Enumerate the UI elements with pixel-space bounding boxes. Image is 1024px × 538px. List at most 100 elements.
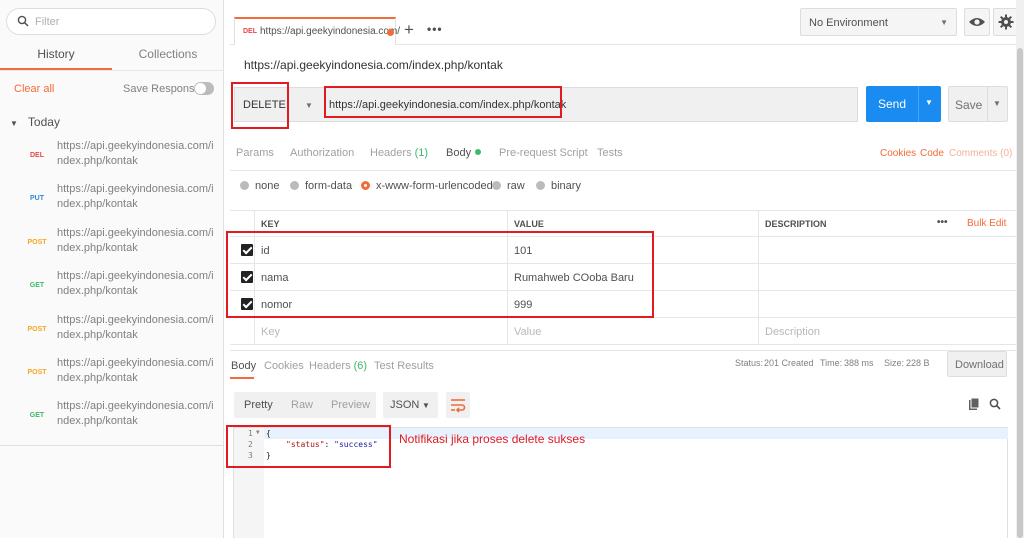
method-badge: POST <box>27 239 47 246</box>
eye-button[interactable] <box>964 8 990 36</box>
chevron-down-icon: ▼ <box>940 18 948 27</box>
value-input[interactable]: Value <box>507 318 758 345</box>
sidebar: Filter History Collections Clear all Sav… <box>0 0 224 538</box>
tab-headers[interactable]: Headers (1) <box>370 147 428 159</box>
time-value: 388 ms <box>844 358 874 368</box>
radio-icon <box>290 181 299 190</box>
history-url: https://api.geekyindonesia.com/index.php… <box>57 183 214 210</box>
response-tab-headers[interactable]: Headers (6) <box>309 360 367 372</box>
tab-prerequest-script[interactable]: Pre-request Script <box>499 147 588 159</box>
radio-label: none <box>255 180 280 192</box>
save-button[interactable]: Save ▼ <box>948 86 1008 122</box>
tab-collections[interactable]: Collections <box>112 47 224 61</box>
response-tab-body[interactable]: Body <box>231 360 256 372</box>
download-button[interactable]: Download <box>947 351 1007 377</box>
code-link[interactable]: Code <box>920 148 944 159</box>
radio-label: binary <box>551 180 581 192</box>
header-label: VALUE <box>514 219 544 229</box>
chevron-down-icon[interactable]: ▼ <box>925 98 933 107</box>
divider <box>230 170 1016 171</box>
search-icon[interactable] <box>989 398 1001 413</box>
request-tab[interactable]: DEL https://api.geekyindonesia.com/ <box>234 17 400 45</box>
tab-body-label: Body <box>446 147 472 159</box>
tab-body[interactable]: Body <box>446 147 482 159</box>
send-button[interactable]: Send ▼ <box>866 86 941 122</box>
response-tab-test-results[interactable]: Test Results <box>374 360 434 372</box>
highlight-url <box>324 86 562 118</box>
environment-select[interactable]: No Environment ▼ <box>800 8 957 36</box>
divider <box>0 445 224 446</box>
radio-label: x-www-form-urlencoded <box>376 180 493 192</box>
headers-count: (1) <box>414 147 429 159</box>
radio-icon <box>536 181 545 190</box>
tab-title: https://api.geekyindonesia.com/ <box>260 26 401 37</box>
history-item[interactable]: DEL https://api.geekyindonesia.com/index… <box>0 139 222 182</box>
bulk-edit-link[interactable]: Bulk Edit <box>967 218 1006 229</box>
cookies-link[interactable]: Cookies <box>880 148 916 159</box>
description-cell[interactable] <box>758 237 1016 264</box>
history-item[interactable]: GET https://api.geekyindonesia.com/index… <box>0 399 222 442</box>
history-item[interactable]: POST https://api.geekyindonesia.com/inde… <box>0 226 222 269</box>
key-input[interactable]: Key <box>254 318 507 345</box>
scrollbar-thumb[interactable] <box>1017 48 1023 538</box>
history-item[interactable]: GET https://api.geekyindonesia.com/index… <box>0 269 222 312</box>
filter-placeholder: Filter <box>35 16 60 28</box>
scrollbar[interactable] <box>1016 0 1024 538</box>
more-tabs-button[interactable]: ••• <box>427 22 443 36</box>
method-badge: PUT <box>30 195 44 202</box>
history-item[interactable]: POST https://api.geekyindonesia.com/inde… <box>0 356 222 399</box>
description-cell[interactable] <box>758 291 1016 318</box>
radio-urlencoded[interactable]: x-www-form-urlencoded <box>361 180 493 192</box>
format-value: JSON <box>390 399 420 411</box>
tab-history[interactable]: History <box>0 47 112 61</box>
annotation-text: Notifikasi jika proses delete sukses <box>399 432 586 446</box>
view-raw[interactable]: Raw <box>291 399 313 411</box>
radio-none[interactable]: none <box>240 180 279 192</box>
save-responses-toggle[interactable] <box>194 82 214 95</box>
key-placeholder: Key <box>261 326 280 338</box>
time-label: Time: <box>820 358 843 368</box>
table-row-empty: Key Value Description <box>230 318 1016 345</box>
wrap-icon <box>451 399 466 413</box>
send-label: Send <box>878 97 907 111</box>
response-headers-label: Headers <box>309 360 351 372</box>
unsaved-dot-icon <box>387 29 394 36</box>
gear-icon <box>998 14 1014 30</box>
radio-form-data[interactable]: form-data <box>290 180 352 192</box>
environment-value: No Environment <box>809 17 888 29</box>
divider <box>918 86 919 122</box>
divider <box>987 87 988 121</box>
more-options-icon[interactable]: ••• <box>937 217 948 228</box>
size-label: Size: <box>884 358 905 368</box>
description-input[interactable]: Description <box>758 318 1016 345</box>
filter-input[interactable]: Filter <box>6 8 216 35</box>
highlight-response <box>226 425 391 468</box>
history-item[interactable]: POST https://api.geekyindonesia.com/inde… <box>0 313 222 356</box>
view-preview[interactable]: Preview <box>331 399 370 411</box>
new-tab-button[interactable]: + <box>404 20 414 40</box>
clear-all-link[interactable]: Clear all <box>14 83 54 95</box>
radio-label: form-data <box>305 180 353 192</box>
history-group-label: Today <box>27 115 60 129</box>
chevron-down-icon[interactable]: ▼ <box>993 99 1001 108</box>
copy-icon[interactable] <box>968 397 980 414</box>
view-pretty[interactable]: Pretty <box>244 399 273 411</box>
chevron-down-icon: ▼ <box>422 401 430 410</box>
description-cell[interactable] <box>758 264 1016 291</box>
history-url: https://api.geekyindonesia.com/index.php… <box>57 314 214 341</box>
header-label: DESCRIPTION <box>765 219 827 229</box>
method-badge: POST <box>27 326 47 333</box>
history-item[interactable]: PUT https://api.geekyindonesia.com/index… <box>0 182 222 225</box>
comments-link[interactable]: Comments (0) <box>949 148 1012 159</box>
response-tab-cookies[interactable]: Cookies <box>264 360 304 372</box>
tab-tests[interactable]: Tests <box>597 147 623 159</box>
format-select[interactable]: JSON ▼ <box>383 392 438 418</box>
history-url: https://api.geekyindonesia.com/index.php… <box>57 140 214 167</box>
history-group-today[interactable]: ▼ Today <box>10 115 60 129</box>
tab-authorization[interactable]: Authorization <box>290 147 354 159</box>
method-badge: GET <box>29 282 45 289</box>
radio-binary[interactable]: binary <box>536 180 581 192</box>
tab-params[interactable]: Params <box>236 147 274 159</box>
radio-raw[interactable]: raw <box>492 180 525 192</box>
wrap-lines-button[interactable] <box>446 392 470 418</box>
